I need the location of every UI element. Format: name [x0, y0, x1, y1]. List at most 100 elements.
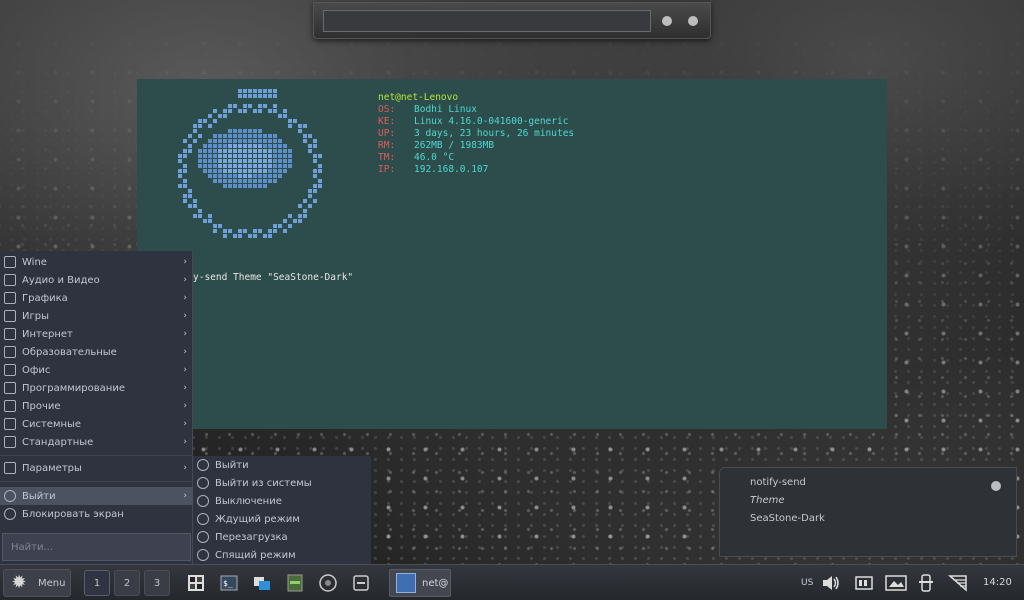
logo-pixel: [243, 94, 247, 98]
logo-pixel: [273, 139, 277, 143]
terminal-launcher-icon[interactable]: $_: [219, 573, 239, 593]
logo-pixel: [193, 124, 197, 128]
submenu-item[interactable]: Спящий режим: [193, 546, 371, 564]
logo-pixel: [318, 154, 322, 158]
menu-search-input[interactable]: Найти...: [2, 533, 191, 561]
keyboard-layout[interactable]: US: [801, 578, 813, 588]
menu-item-settings[interactable]: Параметры ›: [0, 459, 193, 477]
menu-item-logout[interactable]: Выйти ›: [0, 487, 193, 505]
logo-pixel: [258, 89, 262, 93]
logo-pixel: [268, 164, 272, 168]
taskbar-task-terminal[interactable]: net@: [389, 569, 451, 597]
logo-pixel: [268, 149, 272, 153]
shelf-dot-icon[interactable]: [662, 16, 672, 26]
logo-pixel: [238, 169, 242, 173]
shelf-input[interactable]: [323, 10, 651, 32]
menu-item-category[interactable]: Образовательные ›: [0, 343, 193, 361]
menu-item-lock[interactable]: Блокировать экран: [0, 505, 193, 523]
logo-pixel: [213, 119, 217, 123]
logo-pixel: [278, 174, 282, 178]
menu-item-category[interactable]: Стандартные ›: [0, 433, 193, 451]
submenu-item[interactable]: Выйти: [193, 456, 371, 474]
wine-icon: [4, 256, 16, 268]
logo-pixel: [233, 129, 237, 133]
logo-pixel: [258, 229, 262, 233]
shelf-close-icon[interactable]: [688, 16, 698, 26]
chevron-right-icon: ›: [183, 275, 187, 285]
menu-item-category[interactable]: Графика ›: [0, 289, 193, 307]
memory-icon[interactable]: [854, 573, 874, 593]
logo-pixel: [233, 149, 237, 153]
logo-pixel: [238, 229, 242, 233]
editor-launcher-icon[interactable]: [285, 573, 305, 593]
logo-pixel: [298, 124, 302, 128]
logo-pixel: [268, 229, 272, 233]
logo-pixel: [233, 134, 237, 138]
logo-pixel: [183, 164, 187, 168]
logo-pixel: [243, 89, 247, 93]
workspace-1[interactable]: 1: [84, 570, 110, 596]
logo-pixel: [268, 174, 272, 178]
logo-pixel: [288, 214, 292, 218]
info-value: 262MB / 1983MB: [414, 140, 495, 151]
submenu-item[interactable]: Выключение: [193, 492, 371, 510]
logo-pixel: [233, 234, 237, 238]
browser-launcher-icon[interactable]: [318, 573, 338, 593]
logo-pixel: [223, 144, 227, 148]
workspace-3[interactable]: 3: [144, 570, 170, 596]
logo-pixel: [253, 169, 257, 173]
notification-title: notify-send: [750, 477, 806, 488]
menu-item-category[interactable]: Прочие ›: [0, 397, 193, 415]
network-icon[interactable]: [948, 573, 968, 593]
notification-summary: Theme: [750, 495, 785, 506]
logo-pixel: [253, 109, 257, 113]
logo-pixel: [243, 134, 247, 138]
clock[interactable]: 14:20: [983, 577, 1012, 588]
logo-pixel: [268, 89, 272, 93]
start-menu-button[interactable]: ✹ Menu: [3, 569, 71, 597]
submenu-item[interactable]: Ждущий режим: [193, 510, 371, 528]
logo-pixel: [198, 159, 202, 163]
file-manager-launcher-icon[interactable]: [252, 573, 272, 593]
logo-pixel: [218, 179, 222, 183]
logo-pixel: [273, 104, 277, 108]
logo-pixel: [238, 179, 242, 183]
menu-item-category[interactable]: Аудио и Видео ›: [0, 271, 193, 289]
window-launcher-icon[interactable]: [351, 573, 371, 593]
bodhi-sun-icon: ✹: [11, 572, 27, 593]
logo-pixel: [303, 139, 307, 143]
screenshot-launcher-icon[interactable]: [186, 573, 206, 593]
chevron-right-icon: ›: [183, 437, 187, 447]
logo-pixel: [208, 149, 212, 153]
logo-pixel: [233, 179, 237, 183]
notification-popup[interactable]: notify-send Theme SeaStone-Dark: [719, 467, 1017, 557]
display-icon[interactable]: [885, 573, 907, 593]
menu-item-category[interactable]: Интернет ›: [0, 325, 193, 343]
chevron-right-icon: ›: [183, 293, 187, 303]
submenu-item[interactable]: Перезагрузка: [193, 528, 371, 546]
menu-item-category[interactable]: Игры ›: [0, 307, 193, 325]
menu-item-category[interactable]: Офис ›: [0, 361, 193, 379]
volume-icon[interactable]: [821, 573, 841, 593]
logo-pixel: [203, 144, 207, 148]
submenu-item[interactable]: Выйти из системы: [193, 474, 371, 492]
chevron-right-icon: ›: [183, 257, 187, 267]
logo-pixel: [248, 139, 252, 143]
menu-item-category[interactable]: Системные ›: [0, 415, 193, 433]
logo-pixel: [228, 144, 232, 148]
workspace-2[interactable]: 2: [114, 570, 140, 596]
graphics-icon: [4, 292, 16, 304]
logo-pixel: [208, 154, 212, 158]
terminal-window[interactable]: net@net-Lenovo OS: Bodhi Linux KE: Linux 4.…: [137, 79, 887, 429]
battery-icon[interactable]: [917, 573, 935, 593]
chevron-right-icon: ›: [183, 329, 187, 339]
logo-pixel: [253, 159, 257, 163]
logo-pixel: [288, 164, 292, 168]
menu-item-category[interactable]: Программирование ›: [0, 379, 193, 397]
menu-item-category[interactable]: Wine ›: [0, 253, 193, 271]
logo-pixel: [208, 164, 212, 168]
office-icon: [4, 364, 16, 376]
other-icon: [4, 400, 16, 412]
logo-pixel: [223, 114, 227, 118]
close-icon[interactable]: [991, 481, 1001, 491]
